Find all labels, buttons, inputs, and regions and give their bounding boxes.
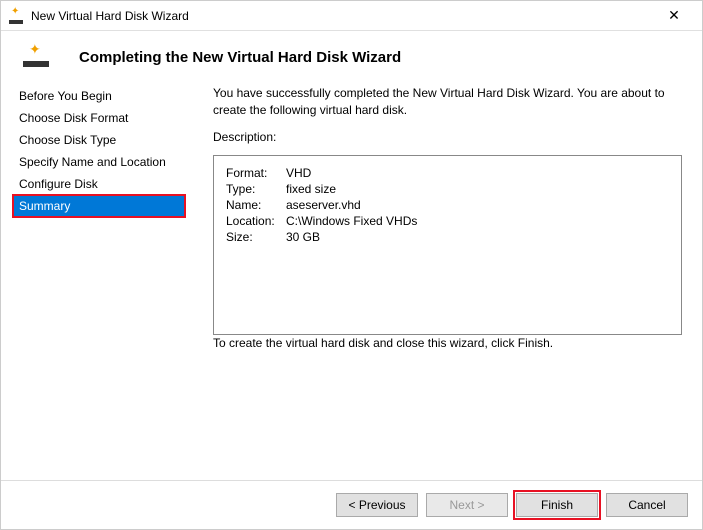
wizard-header-icon: ✦ [21, 47, 53, 67]
intro-text: You have successfully completed the New … [213, 85, 682, 119]
summary-key: Type: [226, 182, 286, 196]
page-title: Completing the New Virtual Hard Disk Wiz… [79, 49, 401, 66]
summary-key: Name: [226, 198, 286, 212]
step-choose-disk-type[interactable]: Choose Disk Type [13, 129, 185, 151]
next-button: Next > [426, 493, 508, 517]
button-bar: < Previous Next > Finish Cancel [1, 480, 702, 529]
summary-row-type: Type: fixed size [226, 182, 669, 196]
summary-row-name: Name: aseserver.vhd [226, 198, 669, 212]
wizard-main: You have successfully completed the New … [185, 85, 690, 362]
summary-value: VHD [286, 166, 311, 180]
window-title: New Virtual Hard Disk Wizard [31, 9, 189, 23]
summary-value: C:\Windows Fixed VHDs [286, 214, 417, 228]
titlebar: ✦ New Virtual Hard Disk Wizard ✕ [1, 1, 702, 31]
summary-row-size: Size: 30 GB [226, 230, 669, 244]
wizard-header: ✦ Completing the New Virtual Hard Disk W… [1, 31, 702, 85]
wizard-icon: ✦ [9, 8, 25, 24]
summary-row-format: Format: VHD [226, 166, 669, 180]
summary-key: Location: [226, 214, 286, 228]
step-configure-disk[interactable]: Configure Disk [13, 173, 185, 195]
cancel-button[interactable]: Cancel [606, 493, 688, 517]
previous-button[interactable]: < Previous [336, 493, 418, 517]
summary-value: aseserver.vhd [286, 198, 361, 212]
closing-text: To create the virtual hard disk and clos… [213, 335, 682, 352]
description-label: Description: [213, 129, 682, 146]
summary-value: fixed size [286, 182, 336, 196]
step-before-you-begin[interactable]: Before You Begin [13, 85, 185, 107]
summary-key: Format: [226, 166, 286, 180]
summary-key: Size: [226, 230, 286, 244]
summary-value: 30 GB [286, 230, 320, 244]
wizard-steps: Before You Begin Choose Disk Format Choo… [13, 85, 185, 362]
finish-button[interactable]: Finish [516, 493, 598, 517]
description-box: Format: VHD Type: fixed size Name: asese… [213, 155, 682, 335]
summary-row-location: Location: C:\Windows Fixed VHDs [226, 214, 669, 228]
step-choose-disk-format[interactable]: Choose Disk Format [13, 107, 185, 129]
step-summary[interactable]: Summary [13, 195, 185, 217]
step-specify-name-location[interactable]: Specify Name and Location [13, 151, 185, 173]
close-icon[interactable]: ✕ [654, 1, 694, 31]
